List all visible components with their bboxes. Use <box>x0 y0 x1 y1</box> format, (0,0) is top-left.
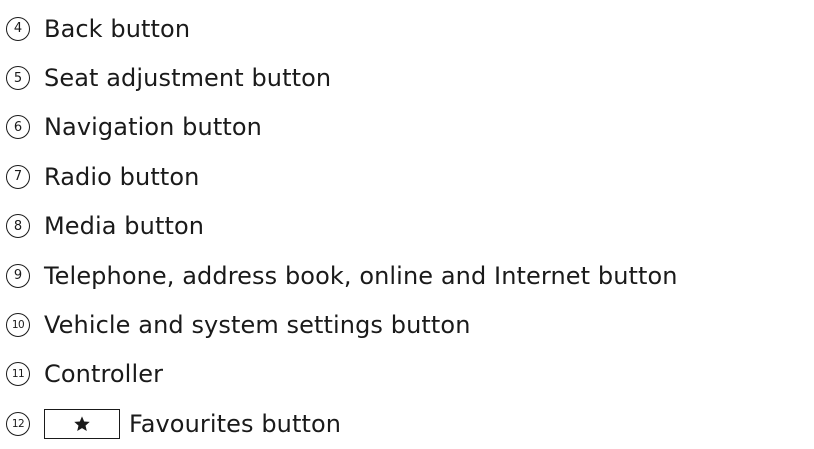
legend-list: 4 Back button 5 Seat adjustment button 6… <box>6 4 812 449</box>
item-number-badge: 10 <box>6 313 30 338</box>
item-number-badge: 11 <box>6 362 30 387</box>
item-label: Favourites button <box>129 409 342 438</box>
legend-item-5: 5 Seat adjustment button <box>6 53 812 102</box>
item-label: Telephone, address book, online and Inte… <box>44 261 678 290</box>
item-label: Controller <box>44 360 164 389</box>
legend-item-8: 8 Media button <box>6 202 812 251</box>
item-label: Radio button <box>44 162 200 191</box>
star-icon <box>74 416 90 431</box>
legend-item-9: 9 Telephone, address book, online and In… <box>6 251 812 300</box>
item-number-badge: 8 <box>6 214 30 239</box>
item-number-badge: 4 <box>6 16 30 41</box>
legend-item-10: 10 Vehicle and system settings button <box>6 300 812 349</box>
item-number-badge: 7 <box>6 164 30 189</box>
item-label: Media button <box>44 212 205 241</box>
legend-item-4: 4 Back button <box>6 4 812 53</box>
item-number-badge: 12 <box>6 411 30 436</box>
item-label: Vehicle and system settings button <box>44 311 471 340</box>
legend-item-6: 6 Navigation button <box>6 103 812 152</box>
item-label: Back button <box>44 14 191 43</box>
legend-item-7: 7 Radio button <box>6 152 812 201</box>
item-number-badge: 5 <box>6 66 30 91</box>
item-number-badge: 9 <box>6 263 30 288</box>
legend-item-12: 12 Favourites button <box>6 399 812 448</box>
item-number-badge: 6 <box>6 115 30 140</box>
legend-item-11: 11 Controller <box>6 350 812 399</box>
favourites-key-box <box>44 408 120 439</box>
item-label: Navigation button <box>44 113 262 142</box>
item-label: Seat adjustment button <box>44 64 332 93</box>
